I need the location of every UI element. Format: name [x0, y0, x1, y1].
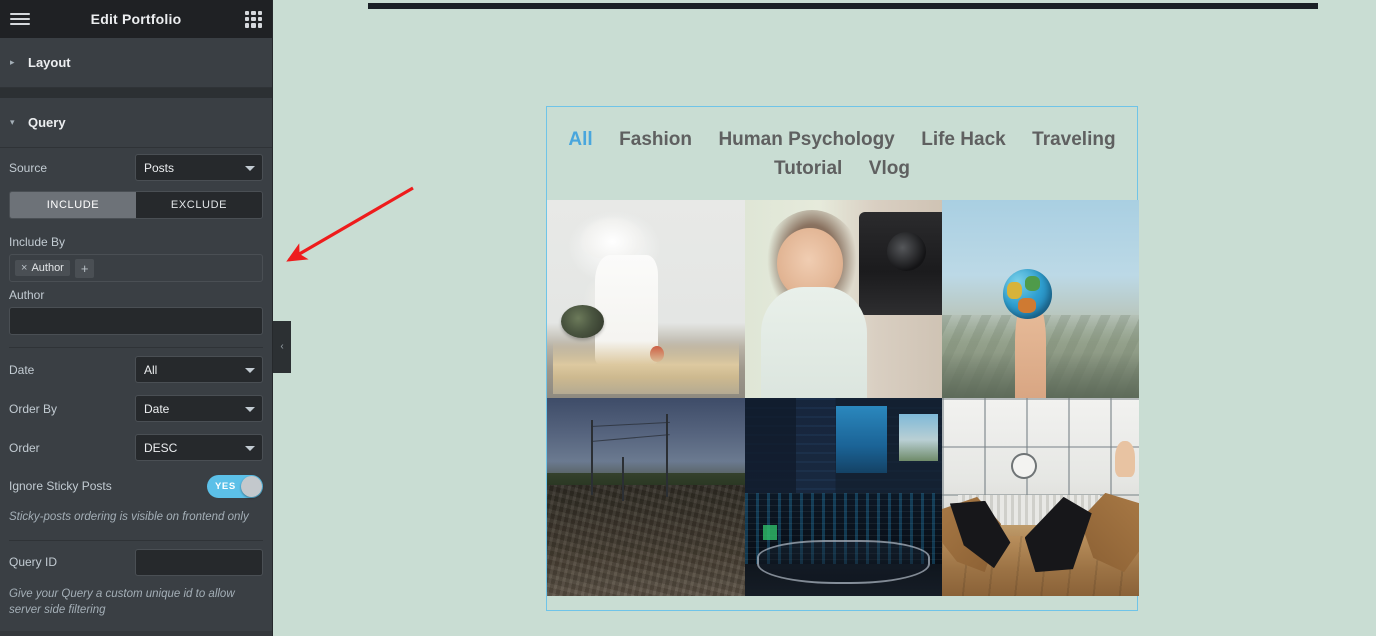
portfolio-item-road[interactable]	[547, 397, 745, 596]
panel-header: Edit Portfolio	[0, 0, 272, 38]
order-label: Order	[9, 440, 40, 455]
include-exclude-toggle-group: INCLUDE EXCLUDE	[9, 191, 263, 219]
query-id-label: Query ID	[9, 555, 58, 570]
date-select[interactable]: All	[135, 356, 263, 383]
order-by-select[interactable]: Date	[135, 395, 263, 422]
query-controls: Source Posts INCLUDE EXCLUDE Include By …	[0, 148, 272, 632]
control-source: Source Posts	[9, 148, 263, 187]
close-icon[interactable]: ×	[21, 262, 27, 274]
filter-tutorial[interactable]: Tutorial	[774, 154, 842, 183]
preview-top-bar	[368, 3, 1318, 9]
panel-collapse-handle[interactable]: ‹	[273, 321, 291, 373]
tab-include[interactable]: INCLUDE	[10, 192, 136, 218]
filter-all[interactable]: All	[568, 125, 592, 154]
control-order: Order DESC	[9, 428, 263, 467]
decor-shape	[835, 405, 887, 474]
decor-shape	[594, 255, 658, 365]
chevron-down-icon	[245, 367, 255, 373]
decor-shape	[762, 524, 777, 541]
portfolio-item-editing[interactable]	[745, 397, 942, 596]
include-by-label: Include By	[9, 235, 66, 249]
filter-fashion[interactable]: Fashion	[619, 125, 692, 154]
decor-shape	[756, 540, 931, 584]
decor-shape	[590, 421, 670, 427]
ignore-sticky-toggle[interactable]: YES	[207, 474, 263, 498]
chevron-right-icon: ▸	[10, 57, 15, 67]
source-select[interactable]: Posts	[135, 154, 263, 181]
hamburger-menu-icon[interactable]	[10, 13, 30, 25]
date-value: All	[144, 362, 158, 377]
elementor-editor-panel: Edit Portfolio ▸ Layout ▾ Query Source P…	[0, 0, 273, 636]
page-title: Edit Portfolio	[90, 11, 182, 27]
order-select[interactable]: DESC	[135, 434, 263, 461]
decor-shape	[898, 413, 939, 462]
toggle-knob	[241, 475, 262, 497]
portfolio-item-relax[interactable]	[942, 397, 1139, 596]
include-by-tag-input[interactable]: × Author +	[9, 254, 263, 282]
tag-chip-label: Author	[31, 262, 64, 274]
control-order-by: Order By Date	[9, 389, 263, 428]
date-label: Date	[9, 362, 35, 377]
filter-human-psychology[interactable]: Human Psychology	[718, 125, 894, 154]
decor-shape	[590, 419, 593, 495]
divider	[9, 539, 263, 541]
portfolio-item-vlog[interactable]	[745, 199, 942, 398]
portfolio-item-globe[interactable]	[942, 199, 1139, 398]
section-header-layout[interactable]: ▸ Layout	[0, 38, 272, 88]
control-ignore-sticky-posts: Ignore Sticky Posts YES	[9, 467, 263, 505]
section-label-layout: Layout	[28, 55, 71, 70]
ignore-sticky-label: Ignore Sticky Posts	[9, 479, 112, 493]
decor-shape	[886, 231, 927, 272]
decor-shape	[590, 434, 670, 443]
filter-vlog[interactable]: Vlog	[869, 154, 910, 183]
filter-life-hack[interactable]: Life Hack	[921, 125, 1005, 154]
control-query-id: Query ID	[9, 543, 263, 582]
section-gap	[0, 88, 272, 98]
query-id-input[interactable]	[135, 548, 263, 576]
order-by-value: Date	[144, 401, 170, 416]
portfolio-widget[interactable]: All Fashion Human Psychology Life Hack T…	[546, 106, 1139, 611]
filter-traveling[interactable]: Traveling	[1032, 125, 1115, 154]
author-input[interactable]	[9, 307, 263, 335]
source-value: Posts	[144, 160, 175, 175]
query-id-hint: Give your Query a custom unique id to al…	[9, 587, 235, 617]
decor-shape	[1010, 453, 1037, 480]
chevron-left-icon: ‹	[280, 341, 284, 352]
section-header-query[interactable]: ▾ Query	[0, 98, 272, 148]
decor-shape	[1003, 269, 1053, 319]
source-label: Source	[9, 160, 48, 175]
chevron-down-icon	[245, 165, 255, 171]
portfolio-filter-bar: All Fashion Human Psychology Life Hack T…	[547, 107, 1137, 200]
order-by-label: Order By	[9, 401, 58, 416]
decor-shape	[649, 346, 664, 363]
control-date: Date All	[9, 350, 263, 389]
chevron-down-icon	[245, 406, 255, 412]
tag-chip-author[interactable]: × Author	[15, 260, 70, 276]
decor-shape	[1115, 441, 1136, 478]
decor-shape	[622, 457, 625, 501]
toggle-state-label: YES	[215, 480, 236, 492]
add-tag-button[interactable]: +	[74, 258, 95, 278]
divider	[9, 347, 263, 348]
order-value: DESC	[144, 440, 178, 455]
ignore-sticky-hint: Sticky-posts ordering is visible on fron…	[9, 511, 249, 523]
chevron-down-icon	[245, 445, 255, 451]
grid-widgets-icon[interactable]	[245, 10, 262, 28]
portfolio-item-chef[interactable]	[547, 199, 745, 398]
portfolio-grid	[547, 199, 1139, 596]
chevron-down-icon: ▾	[10, 117, 15, 127]
author-label: Author	[9, 288, 45, 302]
section-label-query: Query	[28, 115, 66, 130]
decor-shape	[665, 413, 668, 497]
tab-exclude[interactable]: EXCLUDE	[136, 192, 262, 218]
decor-shape	[760, 286, 868, 398]
